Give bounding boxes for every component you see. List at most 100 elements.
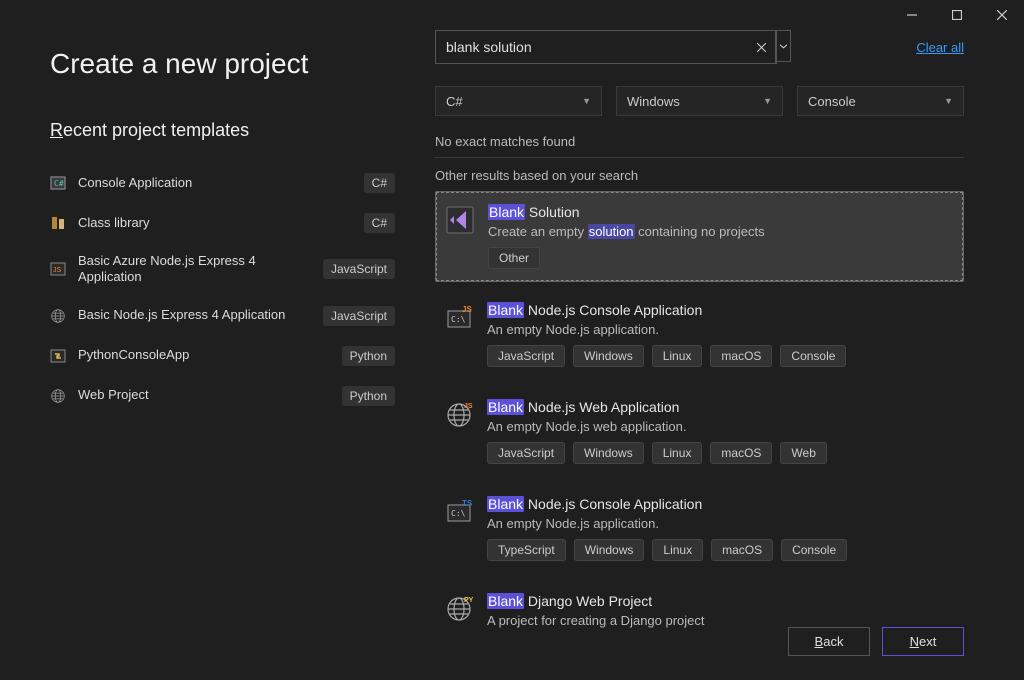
- template-tag: Other: [488, 247, 540, 269]
- azure-node-icon: JS: [50, 261, 66, 277]
- py-web-icon: PY: [445, 595, 473, 623]
- template-tag: TypeScript: [487, 539, 566, 561]
- template-tag: JavaScript: [487, 442, 565, 464]
- close-button[interactable]: [979, 0, 1024, 30]
- chevron-down-icon: [780, 44, 787, 49]
- svg-text:JS: JS: [464, 403, 473, 410]
- azure-node-icon: JS: [50, 261, 66, 277]
- next-button[interactable]: Next: [882, 627, 964, 656]
- template-title: Blank Node.js Web Application: [487, 399, 954, 415]
- recent-template-language-tag: JavaScript: [323, 306, 395, 326]
- recent-templates-list: C#Console ApplicationC#Class libraryC#JS…: [50, 163, 395, 416]
- recent-template-item[interactable]: Basic Node.js Express 4 Application JavaS…: [50, 296, 395, 336]
- template-result-item[interactable]: JS Blank Node.js Web ApplicationAn empty…: [435, 387, 964, 476]
- template-tag: Linux: [652, 442, 703, 464]
- maximize-button[interactable]: [934, 0, 979, 30]
- recent-template-language-tag: C#: [364, 173, 395, 193]
- project-type-filter-value: Console: [808, 94, 856, 109]
- recent-template-item[interactable]: Class libraryC#: [50, 203, 395, 243]
- template-tag: Web: [780, 442, 826, 464]
- chevron-down-icon: ▼: [582, 96, 591, 106]
- svg-text:C:\: C:\: [451, 509, 466, 518]
- template-tag: Windows: [573, 442, 644, 464]
- template-tag: Windows: [574, 539, 645, 561]
- search-input[interactable]: [436, 31, 748, 63]
- template-tag: Console: [781, 539, 847, 561]
- svg-text:C#: C#: [54, 179, 64, 188]
- other-results-label: Other results based on your search: [435, 168, 964, 183]
- template-description: An empty Node.js application.: [487, 516, 954, 531]
- recent-template-language-tag: JavaScript: [323, 259, 395, 279]
- vs-icon: [446, 206, 474, 234]
- project-type-filter[interactable]: Console ▼: [797, 86, 964, 116]
- language-filter[interactable]: C# ▼: [435, 86, 602, 116]
- recent-template-label: Basic Node.js Express 4 Application: [78, 307, 311, 323]
- language-filter-value: C#: [446, 94, 463, 109]
- template-tags: JavaScript Windows Linux macOS Web: [487, 442, 954, 464]
- chevron-down-icon: ▼: [763, 96, 772, 106]
- close-icon: [997, 10, 1007, 20]
- template-tags: Other: [488, 247, 953, 269]
- recent-template-item[interactable]: PythonConsoleApp Python: [50, 336, 395, 376]
- console-app-icon: C:\ JS: [445, 304, 473, 332]
- template-tag: Windows: [573, 345, 644, 367]
- web-icon: [50, 388, 66, 404]
- clear-filters-link[interactable]: Clear all: [916, 40, 964, 55]
- recent-template-label: PythonConsoleApp: [78, 347, 330, 363]
- template-tag: macOS: [711, 539, 773, 561]
- console-icon: C#: [50, 175, 66, 191]
- globe-icon: PY: [445, 595, 473, 623]
- svg-text:JS: JS: [53, 267, 62, 274]
- search-box[interactable]: [435, 30, 777, 64]
- template-tags: TypeScript Windows Linux macOS Console: [487, 539, 954, 561]
- template-results-list: Blank Solution Create an empty solution c…: [435, 191, 964, 648]
- template-title: Blank Django Web Project: [487, 593, 954, 609]
- recent-template-item[interactable]: C#Console ApplicationC#: [50, 163, 395, 203]
- svg-text:C:\: C:\: [451, 315, 466, 324]
- template-title: Blank Node.js Console Application: [487, 496, 954, 512]
- back-button[interactable]: Back: [788, 627, 870, 656]
- python-icon: [50, 348, 66, 364]
- js-web-icon: JS: [445, 401, 473, 429]
- no-matches-message: No exact matches found: [435, 134, 964, 158]
- template-description: Create an empty solution containing no p…: [488, 224, 953, 239]
- template-result-item[interactable]: C:\ JS Blank Node.js Console Application…: [435, 290, 964, 379]
- recent-template-label: Web Project: [78, 387, 330, 403]
- template-title: Blank Solution: [488, 204, 953, 220]
- web-icon: [50, 308, 66, 324]
- svg-text:TS: TS: [462, 499, 473, 508]
- page-title: Create a new project: [50, 48, 395, 80]
- recent-template-label: Basic Azure Node.js Express 4 Applicatio…: [78, 253, 311, 286]
- recent-template-language-tag: Python: [342, 386, 395, 406]
- minimize-button[interactable]: [889, 0, 934, 30]
- recent-template-item[interactable]: Web Project Python: [50, 376, 395, 416]
- recent-templates-heading: Recent project templates: [50, 120, 395, 141]
- maximize-icon: [952, 10, 962, 20]
- recent-template-item[interactable]: JS Basic Azure Node.js Express 4 Applicat…: [50, 243, 395, 296]
- template-tag: macOS: [710, 345, 772, 367]
- template-tag: Linux: [652, 539, 703, 561]
- recent-template-language-tag: Python: [342, 346, 395, 366]
- template-result-item[interactable]: C:\ TS Blank Node.js Console Application…: [435, 484, 964, 573]
- template-result-item[interactable]: Blank Solution Create an empty solution c…: [435, 191, 964, 282]
- close-icon: [757, 43, 766, 52]
- python-icon: [50, 348, 66, 364]
- ts-console-icon: C:\ TS: [445, 498, 473, 526]
- template-tag: Console: [780, 345, 846, 367]
- search-clear-button[interactable]: [748, 31, 776, 63]
- js-console-icon: C:\ JS: [445, 304, 473, 332]
- platform-filter[interactable]: Windows ▼: [616, 86, 783, 116]
- template-description: An empty Node.js application.: [487, 322, 954, 337]
- svg-text:PY: PY: [464, 597, 473, 604]
- vs-solution-icon: [446, 206, 474, 234]
- template-description: A project for creating a Django project: [487, 613, 954, 628]
- platform-filter-value: Windows: [627, 94, 680, 109]
- minimize-icon: [907, 10, 917, 20]
- library-icon: [50, 215, 66, 231]
- console-icon: C#: [50, 175, 66, 191]
- search-history-dropdown[interactable]: [777, 30, 791, 62]
- template-tag: macOS: [710, 442, 772, 464]
- template-title: Blank Node.js Console Application: [487, 302, 954, 318]
- template-tag: JavaScript: [487, 345, 565, 367]
- template-tags: JavaScriptWindowsLinuxmacOSConsole: [487, 345, 954, 367]
